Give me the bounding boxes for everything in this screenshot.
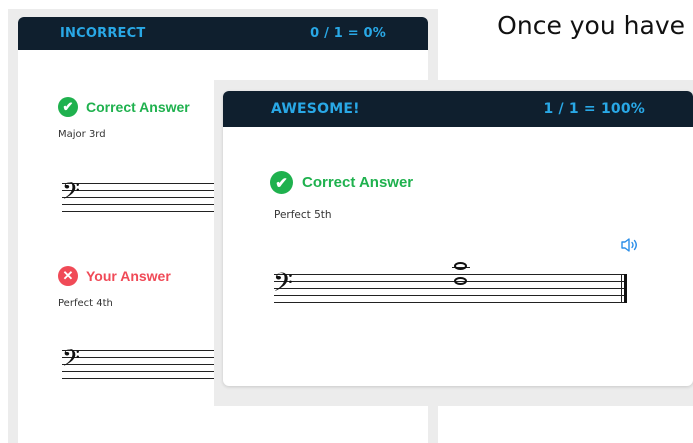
whole-note-lower [454, 277, 467, 285]
correct-answer-value: Perfect 5th [274, 209, 332, 221]
speaker-icon[interactable] [620, 237, 640, 253]
correct-answer-heading: Correct Answer [86, 99, 190, 115]
back-card-header: INCORRECT 0 / 1 = 0% [18, 17, 428, 50]
bass-clef-icon: 𝄢 [273, 268, 293, 304]
result-status: AWESOME! [271, 101, 360, 117]
bar-line [621, 274, 622, 303]
front-card-frame: AWESOME! 1 / 1 = 100% ✔ Correct Answer P… [214, 80, 693, 406]
result-status: INCORRECT [60, 26, 146, 41]
caption-text: Once you have [497, 11, 685, 40]
check-circle-icon: ✔ [270, 171, 293, 194]
check-circle-icon: ✔ [58, 97, 78, 117]
front-card-header: AWESOME! 1 / 1 = 100% [223, 91, 693, 127]
screen: Once you have INCORRECT 0 / 1 = 0% ✔ Cor… [0, 0, 693, 443]
your-answer-value: Perfect 4th [58, 298, 113, 309]
whole-note-upper [454, 262, 467, 270]
x-circle-icon: ✕ [58, 266, 78, 286]
your-answer-heading: Your Answer [86, 268, 171, 284]
your-answer-heading-row: ✕ Your Answer [58, 266, 171, 286]
bass-clef-icon: 𝄢 [62, 344, 81, 377]
front-result-card: AWESOME! 1 / 1 = 100% ✔ Correct Answer P… [223, 91, 693, 386]
correct-answer-value: Major 3rd [58, 129, 106, 140]
final-bar-line [624, 274, 627, 303]
correct-answer-heading-row: ✔ Correct Answer [58, 97, 190, 117]
correct-answer-heading-row: ✔ Correct Answer [270, 171, 413, 194]
bass-clef-icon: 𝄢 [62, 177, 81, 210]
result-score: 1 / 1 = 100% [543, 101, 645, 117]
correct-answer-heading: Correct Answer [302, 174, 414, 191]
result-score: 0 / 1 = 0% [310, 26, 386, 41]
